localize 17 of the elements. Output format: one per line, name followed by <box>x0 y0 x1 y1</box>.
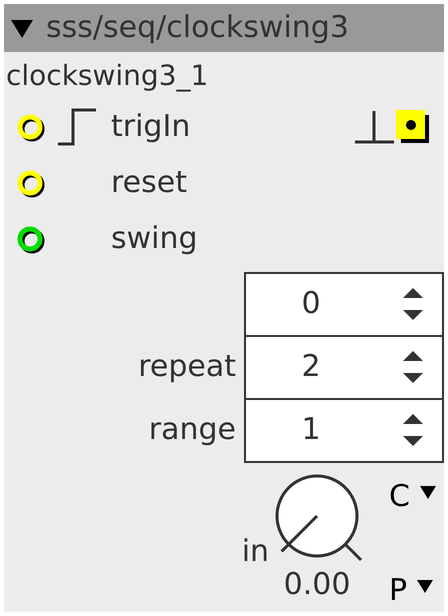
spinbox-label: range <box>148 415 236 445</box>
menu-toggle[interactable]: C <box>389 482 410 512</box>
instance-name: clockswing3_1 <box>5 62 208 90</box>
knob-label: in <box>242 537 270 567</box>
number-spinbox[interactable]: 2 <box>244 334 444 400</box>
spinbox-label: repeat <box>138 352 236 382</box>
knob-reading: 0.00 <box>284 570 350 600</box>
dropdown-triangle-icon[interactable] <box>417 578 434 594</box>
outlet-jack-icon[interactable] <box>396 110 429 143</box>
inlet-label: swing <box>111 224 198 254</box>
object-title: sss/seq/clockswing3 <box>46 13 349 43</box>
menu-toggle[interactable]: P <box>389 576 408 606</box>
inlet-label: reset <box>111 168 187 198</box>
dropdown-triangle-icon[interactable] <box>420 484 436 500</box>
inlet-label: trigIn <box>111 112 190 142</box>
number-spinbox[interactable]: 1 <box>244 398 444 462</box>
number-spinbox[interactable]: 0 <box>244 272 444 336</box>
